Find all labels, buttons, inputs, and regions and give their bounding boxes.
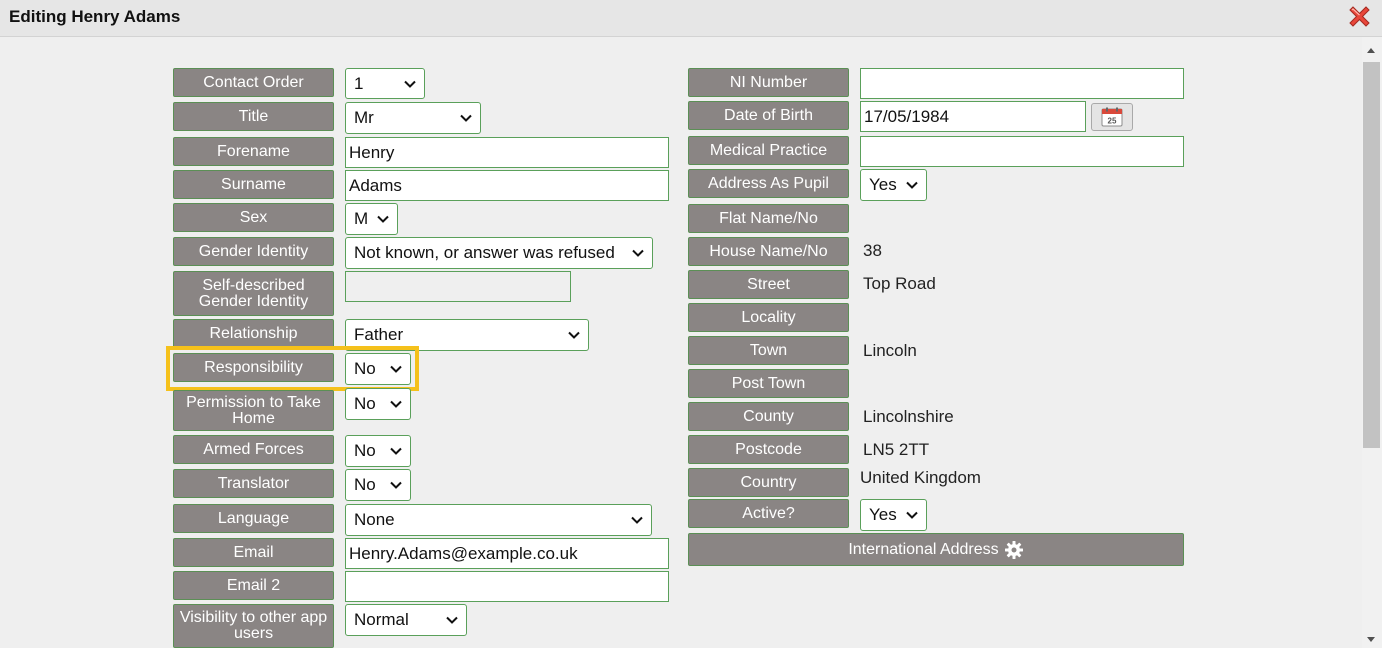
translator-label: Translator	[173, 469, 334, 498]
self-described-gender-label: Self-described Gender Identity	[173, 271, 334, 316]
sex-value: M	[354, 209, 369, 228]
international-address-label: International Address	[848, 540, 999, 558]
forename-label: Forename	[173, 137, 334, 166]
scroll-down-arrow-icon[interactable]	[1366, 636, 1376, 644]
locality-label: Locality	[688, 303, 849, 332]
calendar-day-text: 25	[1108, 117, 1117, 126]
chevron-down-icon	[377, 215, 389, 223]
chevron-down-icon	[460, 114, 472, 122]
chevron-down-icon	[906, 511, 918, 519]
county-value: Lincolnshire	[863, 407, 954, 426]
chevron-down-icon	[906, 181, 918, 189]
language-label: Language	[173, 504, 334, 533]
active-value: Yes	[869, 505, 897, 524]
county-label: County	[688, 402, 849, 431]
language-select[interactable]: None	[345, 504, 652, 536]
street-value: Top Road	[863, 274, 936, 293]
international-address-button[interactable]: International Address	[688, 533, 1184, 566]
chevron-down-icon	[404, 80, 416, 88]
chevron-down-icon	[390, 400, 402, 408]
responsibility-select[interactable]: No	[345, 353, 411, 385]
close-icon[interactable]	[1346, 3, 1373, 30]
scrollbar-thumb[interactable]	[1363, 62, 1380, 448]
permission-take-home-label: Permission to Take Home	[173, 390, 334, 431]
town-label: Town	[688, 336, 849, 365]
gender-identity-select[interactable]: Not known, or answer was refused	[345, 237, 653, 269]
house-name-label: House Name/No	[688, 237, 849, 266]
ni-number-label: NI Number	[688, 68, 849, 97]
chevron-down-icon	[568, 331, 580, 339]
window-title: Editing Henry Adams	[9, 7, 181, 26]
email-2-label: Email 2	[173, 571, 334, 600]
relationship-label: Relationship	[173, 319, 334, 348]
visibility-select[interactable]: Normal	[345, 604, 467, 636]
surname-label: Surname	[173, 170, 334, 199]
chevron-down-icon	[390, 365, 402, 373]
title-value: Mr	[354, 108, 374, 127]
chevron-down-icon	[390, 481, 402, 489]
date-of-birth-label: Date of Birth	[688, 101, 849, 130]
forename-input[interactable]: Henry	[345, 137, 669, 168]
responsibility-value: No	[354, 359, 376, 378]
country-value: United Kingdom	[860, 468, 981, 487]
title-label: Title	[173, 102, 334, 131]
email-label: Email	[173, 538, 334, 567]
chevron-down-icon	[632, 249, 644, 257]
contact-order-value: 1	[354, 73, 364, 93]
translator-select[interactable]: No	[345, 469, 411, 501]
sex-label: Sex	[173, 203, 334, 232]
postcode-label: Postcode	[688, 435, 849, 464]
relationship-value: Father	[354, 325, 404, 344]
ni-number-input[interactable]	[860, 68, 1184, 99]
postcode-value: LN5 2TT	[863, 440, 930, 459]
chevron-down-icon	[446, 616, 458, 624]
flat-name-label: Flat Name/No	[688, 204, 849, 233]
title-select[interactable]: Mr	[345, 102, 481, 134]
address-as-pupil-value: Yes	[869, 175, 897, 194]
gender-identity-value: Not known, or answer was refused	[354, 243, 615, 262]
house-name-value: 38	[863, 241, 882, 260]
visibility-value: Normal	[354, 610, 409, 629]
calendar-icon: 25	[1101, 107, 1123, 127]
surname-input[interactable]: Adams	[345, 170, 669, 201]
scroll-up-arrow-icon[interactable]	[1366, 46, 1376, 54]
post-town-label: Post Town	[688, 369, 849, 398]
address-as-pupil-label: Address As Pupil	[688, 169, 849, 198]
street-label: Street	[688, 270, 849, 299]
armed-forces-value: No	[354, 441, 376, 460]
title-bar: Editing Henry Adams	[0, 0, 1382, 37]
permission-take-home-select[interactable]: No	[345, 388, 411, 420]
contact-order-select[interactable]: 1	[345, 68, 425, 99]
responsibility-label: Responsibility	[173, 353, 334, 382]
active-label: Active?	[688, 499, 849, 528]
town-value: Lincoln	[863, 341, 917, 360]
language-value: None	[354, 510, 395, 529]
chevron-down-icon	[390, 447, 402, 455]
active-select[interactable]: Yes	[860, 499, 927, 531]
country-label: Country	[688, 468, 849, 497]
medical-practice-input[interactable]	[860, 136, 1184, 167]
armed-forces-label: Armed Forces	[173, 435, 334, 464]
email-input[interactable]: Henry.Adams@example.co.uk	[345, 538, 669, 569]
self-described-gender-input[interactable]	[345, 271, 571, 302]
calendar-button[interactable]: 25	[1091, 103, 1133, 131]
medical-practice-label: Medical Practice	[688, 136, 849, 165]
contact-order-label: Contact Order	[173, 68, 334, 97]
sex-select[interactable]: M	[345, 203, 398, 235]
email-2-input[interactable]	[345, 571, 669, 602]
translator-value: No	[354, 475, 376, 494]
chevron-down-icon	[631, 516, 643, 524]
visibility-label: Visibility to other app users	[173, 604, 334, 648]
address-as-pupil-select[interactable]: Yes	[860, 169, 927, 201]
permission-take-home-value: No	[354, 394, 376, 413]
gender-identity-label: Gender Identity	[173, 237, 334, 266]
date-of-birth-input[interactable]: 17/05/1984	[860, 101, 1086, 132]
gear-icon	[1004, 540, 1023, 559]
armed-forces-select[interactable]: No	[345, 435, 411, 467]
